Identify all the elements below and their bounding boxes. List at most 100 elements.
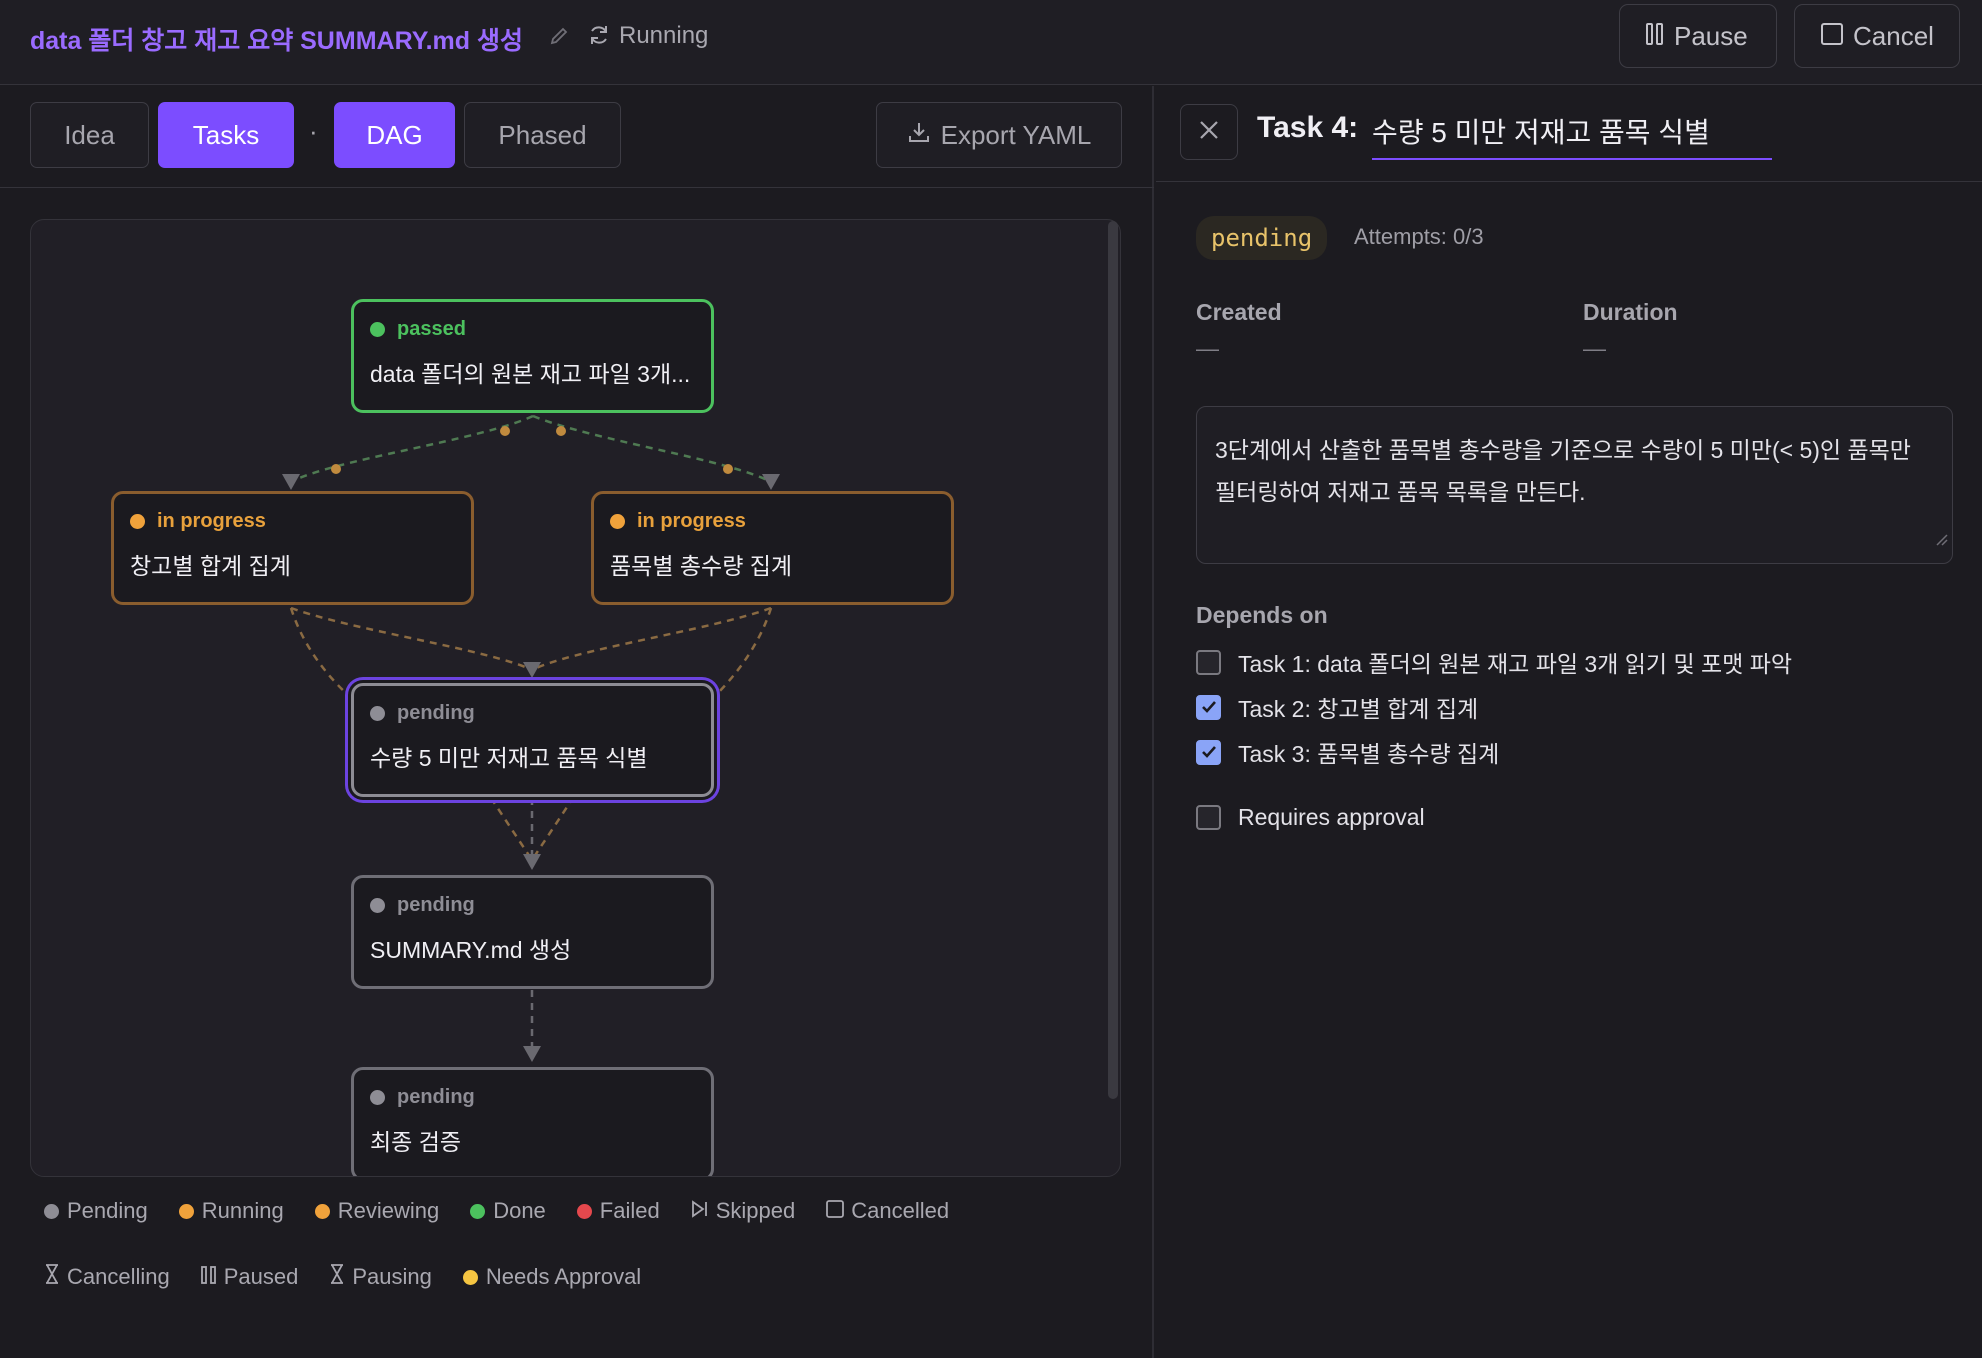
requires-approval-label: Requires approval bbox=[1238, 804, 1425, 830]
checkbox[interactable] bbox=[1196, 694, 1221, 720]
canvas-scrollbar[interactable] bbox=[1108, 221, 1118, 1099]
export-yaml-button[interactable]: Export YAML bbox=[876, 102, 1122, 168]
download-icon bbox=[907, 120, 941, 151]
checkbox[interactable] bbox=[1196, 805, 1221, 830]
arrow-head bbox=[282, 474, 300, 490]
legend-cancelling: Cancelling bbox=[44, 1264, 170, 1290]
running-dot-icon bbox=[178, 1203, 194, 1219]
node-status: passed bbox=[397, 318, 466, 340]
dag-canvas[interactable]: passed data 폴더의 원본 재고 파일 3개... in progre… bbox=[30, 219, 1121, 1177]
approval-dot-icon bbox=[462, 1269, 478, 1285]
edge-handle bbox=[331, 464, 341, 474]
edge-1-2 bbox=[290, 414, 534, 484]
status-dot bbox=[130, 514, 145, 529]
node-status: pending bbox=[397, 1086, 475, 1108]
edge-handle bbox=[500, 426, 510, 436]
stop-icon bbox=[1821, 21, 1853, 52]
status-dot bbox=[370, 1090, 385, 1105]
legend-done: Done bbox=[470, 1198, 546, 1224]
tab-phased[interactable]: Phased bbox=[464, 102, 621, 168]
hourglass-icon bbox=[44, 1264, 67, 1290]
legend-pending: Pending bbox=[44, 1198, 148, 1224]
duration-label: Duration bbox=[1583, 299, 1678, 325]
resize-handle-icon[interactable] bbox=[1934, 517, 1948, 559]
dependency-task-3[interactable]: Task 3: 품목별 총수량 집계 bbox=[1196, 735, 1499, 769]
legend-label: Running bbox=[201, 1198, 284, 1223]
pause-label: Pause bbox=[1674, 20, 1748, 51]
dag-node-5[interactable]: pending SUMMARY.md 생성 bbox=[351, 875, 714, 989]
edge-3-4 bbox=[531, 606, 772, 672]
workflow-panel: Idea Tasks · DAG Phased Export YAML pass… bbox=[0, 86, 1154, 1358]
node-label: data 폴더의 원본 재고 파일 3개... bbox=[370, 361, 691, 387]
legend-label: Cancelling bbox=[67, 1264, 170, 1289]
top-bar: data 폴더 창고 재고 요약 SUMMARY.md 생성 Running P… bbox=[0, 0, 1982, 85]
status-badge: pending bbox=[1196, 216, 1328, 260]
node-label: 창고별 합계 집계 bbox=[130, 553, 291, 579]
legend-skipped: Skipped bbox=[691, 1198, 796, 1224]
dependency-task-2[interactable]: Task 2: 창고별 합계 집계 bbox=[1196, 690, 1478, 724]
dag-node-3[interactable]: in progress 품목별 총수량 집계 bbox=[591, 491, 954, 605]
cancel-label: Cancel bbox=[1853, 20, 1934, 51]
dependency-label: Task 3: 품목별 총수량 집계 bbox=[1238, 741, 1500, 767]
status-dot bbox=[370, 322, 385, 337]
legend-reviewing: Reviewing bbox=[314, 1198, 440, 1224]
dependency-task-1[interactable]: Task 1: data 폴더의 원본 재고 파일 3개 읽기 및 포맷 파악 bbox=[1196, 645, 1792, 679]
legend-label: Needs Approval bbox=[485, 1264, 642, 1289]
task-detail-panel: Task 4: 수량 5 미만 저재고 품목 식별 pending Attemp… bbox=[1156, 86, 1982, 1358]
depends-on-label: Depends on bbox=[1196, 602, 1328, 628]
arrow-head bbox=[523, 1046, 541, 1062]
tab-tasks[interactable]: Tasks bbox=[158, 102, 294, 168]
tab-idea[interactable]: Idea bbox=[30, 102, 149, 168]
status-dot bbox=[610, 514, 625, 529]
edge-2-4-side bbox=[289, 607, 350, 697]
legend-paused: Paused bbox=[200, 1264, 298, 1290]
legend-label: Pending bbox=[67, 1198, 148, 1223]
created-value: — bbox=[1196, 335, 1219, 361]
tab-separator: · bbox=[309, 116, 318, 146]
node-label: 수량 5 미만 저재고 품목 식별 bbox=[370, 745, 648, 771]
checkbox[interactable] bbox=[1196, 649, 1221, 675]
status-legend-row-1: Pending Running Reviewing Done Failed Sk… bbox=[44, 1198, 980, 1224]
arrow-head bbox=[523, 662, 541, 678]
hourglass-icon bbox=[329, 1264, 352, 1290]
node-status: in progress bbox=[637, 510, 746, 532]
node-status: in progress bbox=[157, 510, 266, 532]
description-textarea[interactable]: 3단계에서 산출한 품목별 총수량을 기준으로 수량이 5 미만(< 5)인 품… bbox=[1196, 406, 1953, 564]
legend-running: Running bbox=[178, 1198, 284, 1224]
status-legend-row-2: Cancelling Paused Pausing Needs Approval bbox=[44, 1264, 672, 1290]
requires-approval-toggle[interactable]: Requires approval bbox=[1196, 804, 1425, 831]
task-title-input[interactable]: 수량 5 미만 저재고 품목 식별 bbox=[1372, 111, 1772, 160]
edit-pencil-icon[interactable] bbox=[548, 25, 570, 52]
dag-node-1[interactable]: passed data 폴더의 원본 재고 파일 3개... bbox=[351, 299, 714, 413]
arrow-head bbox=[762, 474, 780, 490]
dag-node-4[interactable]: pending 수량 5 미만 저재고 품목 식별 bbox=[351, 683, 714, 797]
edge-2-4 bbox=[290, 606, 533, 672]
legend-failed: Failed bbox=[576, 1198, 660, 1224]
status-dot bbox=[370, 706, 385, 721]
legend-label: Done bbox=[493, 1198, 546, 1223]
node-label: 최종 검증 bbox=[370, 1129, 462, 1155]
duration-value: — bbox=[1583, 335, 1606, 361]
reviewing-dot-icon bbox=[314, 1203, 330, 1219]
failed-dot-icon bbox=[576, 1203, 592, 1219]
run-title: data 폴더 창고 재고 요약 SUMMARY.md 생성 bbox=[30, 27, 523, 55]
pending-dot-icon bbox=[44, 1203, 59, 1219]
edge-handle bbox=[723, 464, 733, 474]
dag-node-2[interactable]: in progress 창고별 합계 집계 bbox=[111, 491, 474, 605]
dag-node-6[interactable]: pending 최종 검증 bbox=[351, 1067, 714, 1176]
task-number: Task 4: bbox=[1257, 111, 1359, 144]
pause-icon bbox=[1646, 21, 1674, 52]
pause-button[interactable]: Pause bbox=[1619, 4, 1777, 68]
close-button[interactable] bbox=[1180, 104, 1238, 160]
checkbox[interactable] bbox=[1196, 739, 1221, 765]
legend-label: Skipped bbox=[715, 1198, 796, 1223]
tab-dag[interactable]: DAG bbox=[334, 102, 455, 168]
cancel-button[interactable]: Cancel bbox=[1794, 4, 1960, 68]
status-dot bbox=[370, 898, 385, 913]
node-label: 품목별 총수량 집계 bbox=[610, 553, 793, 579]
arrow-head bbox=[523, 854, 541, 870]
dependency-label: Task 2: 창고별 합계 집계 bbox=[1238, 696, 1479, 722]
edge-3-4-side bbox=[714, 607, 773, 697]
legend-label: Reviewing bbox=[337, 1198, 440, 1223]
legend-needs-approval: Needs Approval bbox=[462, 1264, 642, 1290]
